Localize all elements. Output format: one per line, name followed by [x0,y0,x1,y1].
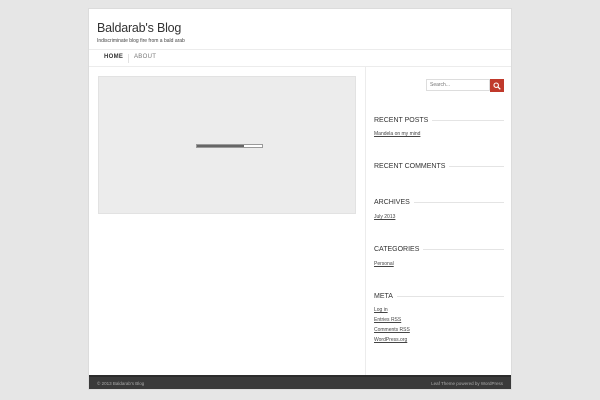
archive-link[interactable]: July 2013 [374,214,395,220]
search-button[interactable] [490,79,504,92]
widget-title-recent-comments: Recent Comments [374,161,504,171]
meta-link-entries-rss[interactable]: Entries RSS [374,317,401,323]
meta-link-comments-rss[interactable]: Comments RSS [374,327,410,333]
widget-title-recent-posts: Recent Posts [374,115,504,125]
main-nav: Home About [89,49,511,67]
search-input[interactable] [426,79,490,91]
search-icon [493,82,501,90]
meta-link-login[interactable]: Log in [374,307,388,313]
category-link[interactable]: Personal [374,261,394,267]
sidebar-divider [365,67,366,377]
content-slider [98,76,356,214]
nav-about[interactable]: About [134,54,156,60]
site-title[interactable]: Baldarab's Blog [97,21,181,35]
widget-title-meta: Meta [374,291,504,301]
footer-credit[interactable]: Leaf Theme powered by WordPress [431,381,503,386]
footer-copyright: © 2013 Baldarab's Blog [97,381,145,386]
nav-home[interactable]: Home [104,54,123,60]
site-description: Indiscriminate blog fire from a bald ara… [97,38,185,44]
widget-title-archives: Archives [374,197,504,207]
recent-post-link[interactable]: Mandela on my mind [374,131,420,137]
loading-bar-fill [197,145,244,147]
meta-link-wordpress[interactable]: WordPress.org [374,337,407,343]
nav-separator [128,54,129,63]
site-footer: © 2013 Baldarab's Blog Leaf Theme powere… [89,375,511,389]
loading-bar [196,144,263,148]
widget-title-categories: Categories [374,244,504,254]
page-container: Baldarab's Blog Indiscriminate blog fire… [88,8,512,390]
